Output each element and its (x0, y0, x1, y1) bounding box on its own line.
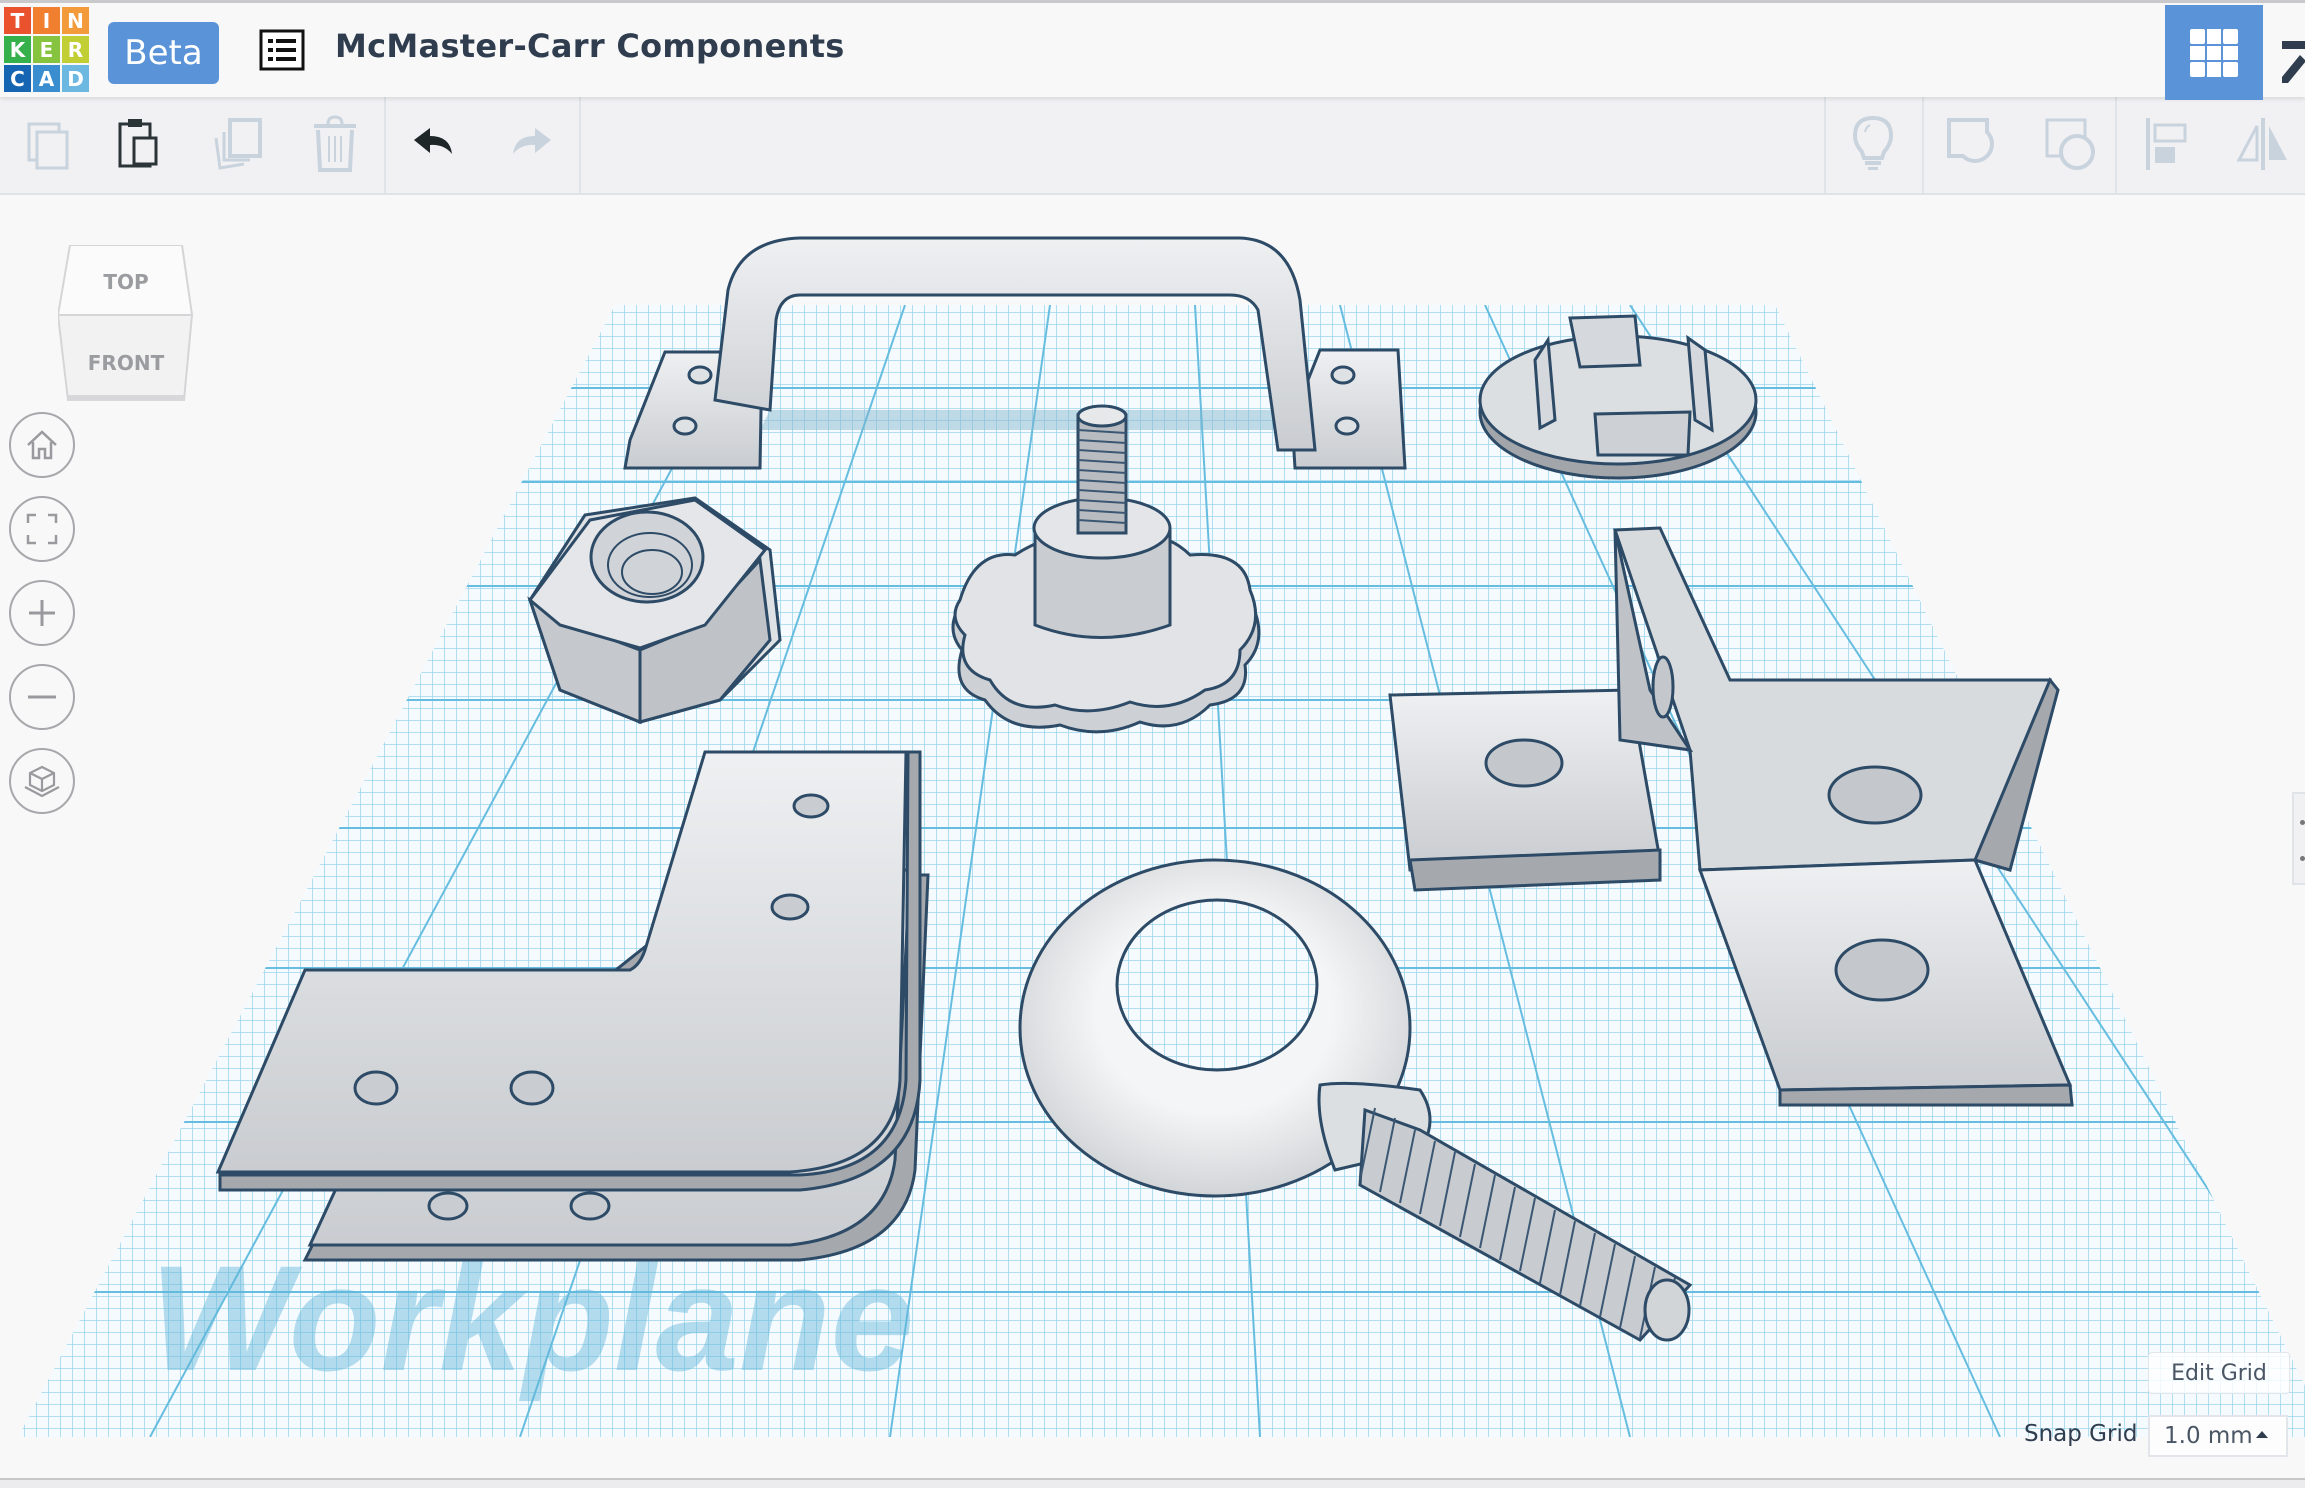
undo-button[interactable] (400, 109, 470, 179)
logo-letter: I (33, 7, 60, 34)
group-button[interactable] (1938, 109, 2008, 179)
lightbulb-icon (1852, 115, 1894, 170)
edit-toolbar (0, 97, 2305, 195)
logo-letter: E (33, 36, 60, 63)
duplicate-icon (214, 118, 262, 170)
logo-letter: T (4, 7, 31, 34)
logo-letter: K (4, 36, 31, 63)
perspective-toggle-button[interactable] (9, 748, 75, 814)
grid-view-icon (2190, 28, 2238, 77)
design-title[interactable]: McMaster-Carr Components (335, 27, 845, 65)
snap-grid-value: 1.0 mm (2164, 1423, 2253, 1449)
ungroup-button[interactable] (2036, 109, 2106, 179)
handle-dot (2300, 820, 2305, 825)
list-icon[interactable] (259, 29, 305, 71)
view-cube[interactable]: TOP FRONT (58, 245, 194, 405)
logo-letter: C (4, 65, 31, 92)
redo-icon (513, 128, 551, 154)
home-icon (27, 430, 57, 460)
undo-icon (414, 128, 452, 154)
zoom-in-button[interactable] (9, 580, 75, 646)
plus-icon (29, 600, 55, 626)
delete-button[interactable] (300, 109, 370, 179)
app-header: T I N K E R C A D Beta McMaster-Carr Com… (0, 0, 2305, 100)
edit-grid-button[interactable]: Edit Grid (2148, 1352, 2290, 1394)
3d-viewport[interactable]: Workplane (0, 195, 2305, 1480)
snap-grid-select[interactable]: 1.0 mm (2148, 1415, 2288, 1457)
edit-pencil-icon[interactable] (2278, 21, 2305, 83)
toolbar-divider (579, 97, 581, 193)
bottom-border (0, 1478, 2305, 1488)
fit-view-button[interactable] (9, 496, 75, 562)
group-icon (1947, 118, 1994, 163)
paste-icon (118, 119, 158, 168)
viewcube-top-label: TOP (103, 270, 148, 294)
toolbar-divider (384, 97, 386, 193)
panel-collapse-tab[interactable] (2292, 792, 2305, 885)
toolbar-divider (1824, 97, 1826, 193)
align-icon (2146, 118, 2187, 170)
align-button[interactable] (2132, 109, 2202, 179)
logo-letter: A (33, 65, 60, 92)
copy-icon (27, 122, 69, 170)
redo-button[interactable] (495, 109, 565, 179)
copy-button[interactable] (14, 109, 84, 179)
logo-letter: D (62, 65, 89, 92)
ortho-cube-icon (24, 765, 60, 798)
tinkercad-logo[interactable]: T I N K E R C A D (4, 7, 90, 93)
beta-badge-button[interactable]: Beta (108, 22, 219, 84)
handle-dot (2300, 856, 2305, 861)
show-hide-button[interactable] (1838, 109, 1908, 179)
duplicate-button[interactable] (203, 109, 273, 179)
grid-view-button[interactable] (2165, 5, 2263, 100)
logo-letter: R (62, 36, 89, 63)
snap-grid-label: Snap Grid (2024, 1421, 2138, 1447)
minus-icon (28, 695, 56, 699)
viewcube-front-label: FRONT (88, 351, 165, 375)
home-view-button[interactable] (9, 412, 75, 478)
mirror-button[interactable] (2228, 109, 2298, 179)
toolbar-divider (2115, 97, 2117, 193)
mirror-icon (2236, 118, 2287, 170)
caret-up-icon (2256, 1431, 2268, 1438)
fit-view-icon (26, 513, 58, 545)
logo-letter: N (62, 7, 89, 34)
trash-icon (314, 115, 356, 172)
ungroup-icon (2045, 118, 2095, 170)
zoom-out-button[interactable] (9, 664, 75, 730)
toolbar-divider (1922, 97, 1924, 193)
paste-button[interactable] (105, 109, 175, 179)
